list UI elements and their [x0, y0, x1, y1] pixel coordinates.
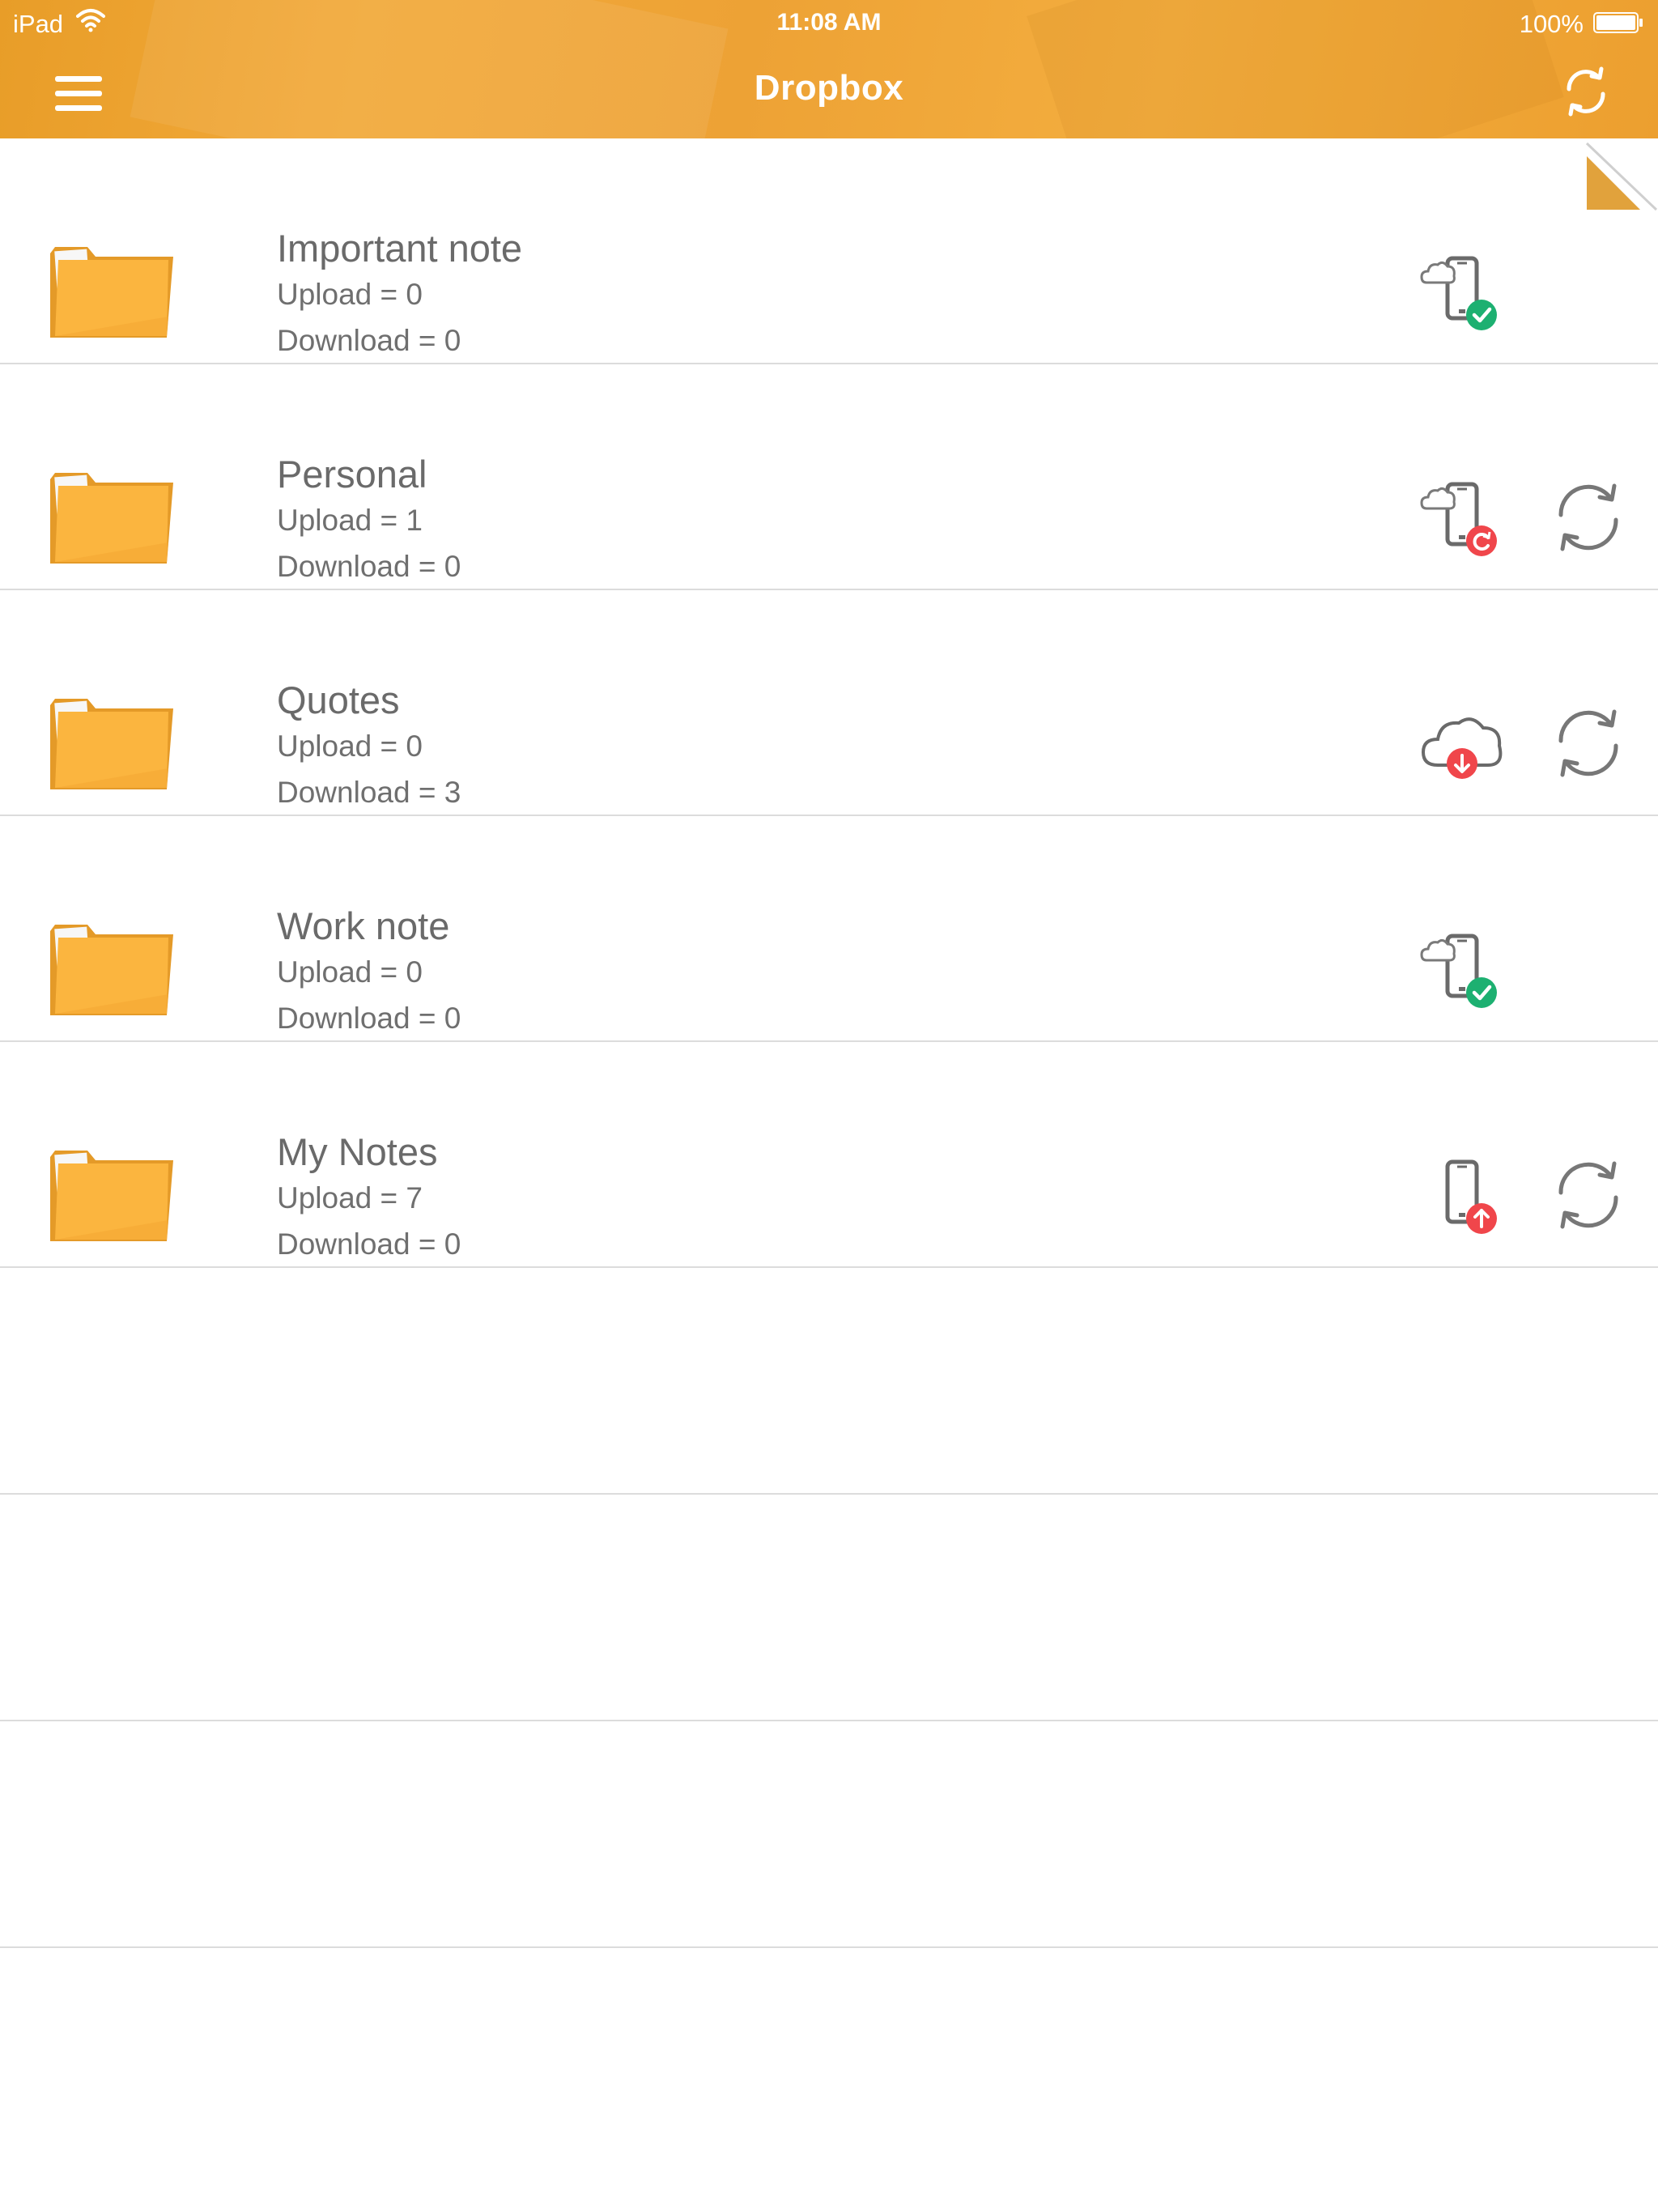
phone-cloud-conflict-icon [1420, 482, 1497, 556]
refresh-all-button[interactable] [1562, 65, 1609, 118]
sync-icon[interactable] [1553, 1155, 1624, 1233]
sync-icon[interactable] [1553, 478, 1624, 555]
phone-cloud-synced-icon [1420, 256, 1497, 330]
folder-name: Personal [277, 453, 427, 496]
empty-row [0, 1495, 1658, 1721]
refresh-icon [1567, 66, 1605, 117]
folder-row[interactable]: Work note Upload = 0 Download = 0 [0, 816, 1658, 1042]
folder-name: Quotes [277, 678, 400, 721]
download-count: Download = 0 [277, 1227, 461, 1261]
battery-icon [1593, 12, 1643, 33]
folder-icon [50, 925, 173, 1015]
download-count: Download = 0 [277, 550, 461, 583]
phone-cloud-synced-icon [1420, 934, 1497, 1008]
folder-icon [50, 247, 173, 338]
folder-row[interactable]: Quotes Upload = 0 Download = 3 [0, 590, 1658, 816]
status-bar: iPad 11:08 AM 100% [0, 0, 1658, 45]
folder-icon [50, 473, 173, 564]
folder-name: Work note [277, 904, 450, 947]
upload-count: Upload = 0 [277, 278, 423, 311]
folder-icon [50, 1151, 173, 1241]
folder-icon [50, 699, 173, 789]
download-count: Download = 0 [277, 324, 461, 357]
download-count: Download = 0 [277, 1002, 461, 1035]
sync-icon[interactable] [1553, 704, 1624, 781]
upload-count: Upload = 7 [277, 1181, 423, 1214]
cloud-download-pending-icon [1421, 717, 1503, 779]
page-title: Dropbox [754, 68, 904, 108]
phone-upload-pending-icon [1445, 1159, 1497, 1234]
upload-count: Upload = 0 [277, 730, 423, 763]
folder-name: Important note [277, 227, 523, 270]
battery-percent: 100% [1519, 10, 1584, 38]
empty-row [0, 1268, 1658, 1495]
empty-row [0, 1721, 1658, 1948]
upload-count: Upload = 0 [277, 955, 423, 989]
folder-row[interactable]: My Notes Upload = 7 Download = 0 [0, 1042, 1658, 1268]
folder-name: My Notes [277, 1130, 438, 1173]
upload-count: Upload = 1 [277, 504, 423, 537]
header-bar: iPad 11:08 AM 100% Dropbox [0, 0, 1658, 138]
download-count: Download = 3 [277, 776, 461, 809]
folder-list: Important note Upload = 0 Download = 0 P… [0, 138, 1658, 1948]
folder-row[interactable]: Personal Upload = 1 Download = 0 [0, 364, 1658, 590]
clock: 11:08 AM [776, 9, 882, 36]
folder-row[interactable]: Important note Upload = 0 Download = 0 [0, 138, 1658, 364]
